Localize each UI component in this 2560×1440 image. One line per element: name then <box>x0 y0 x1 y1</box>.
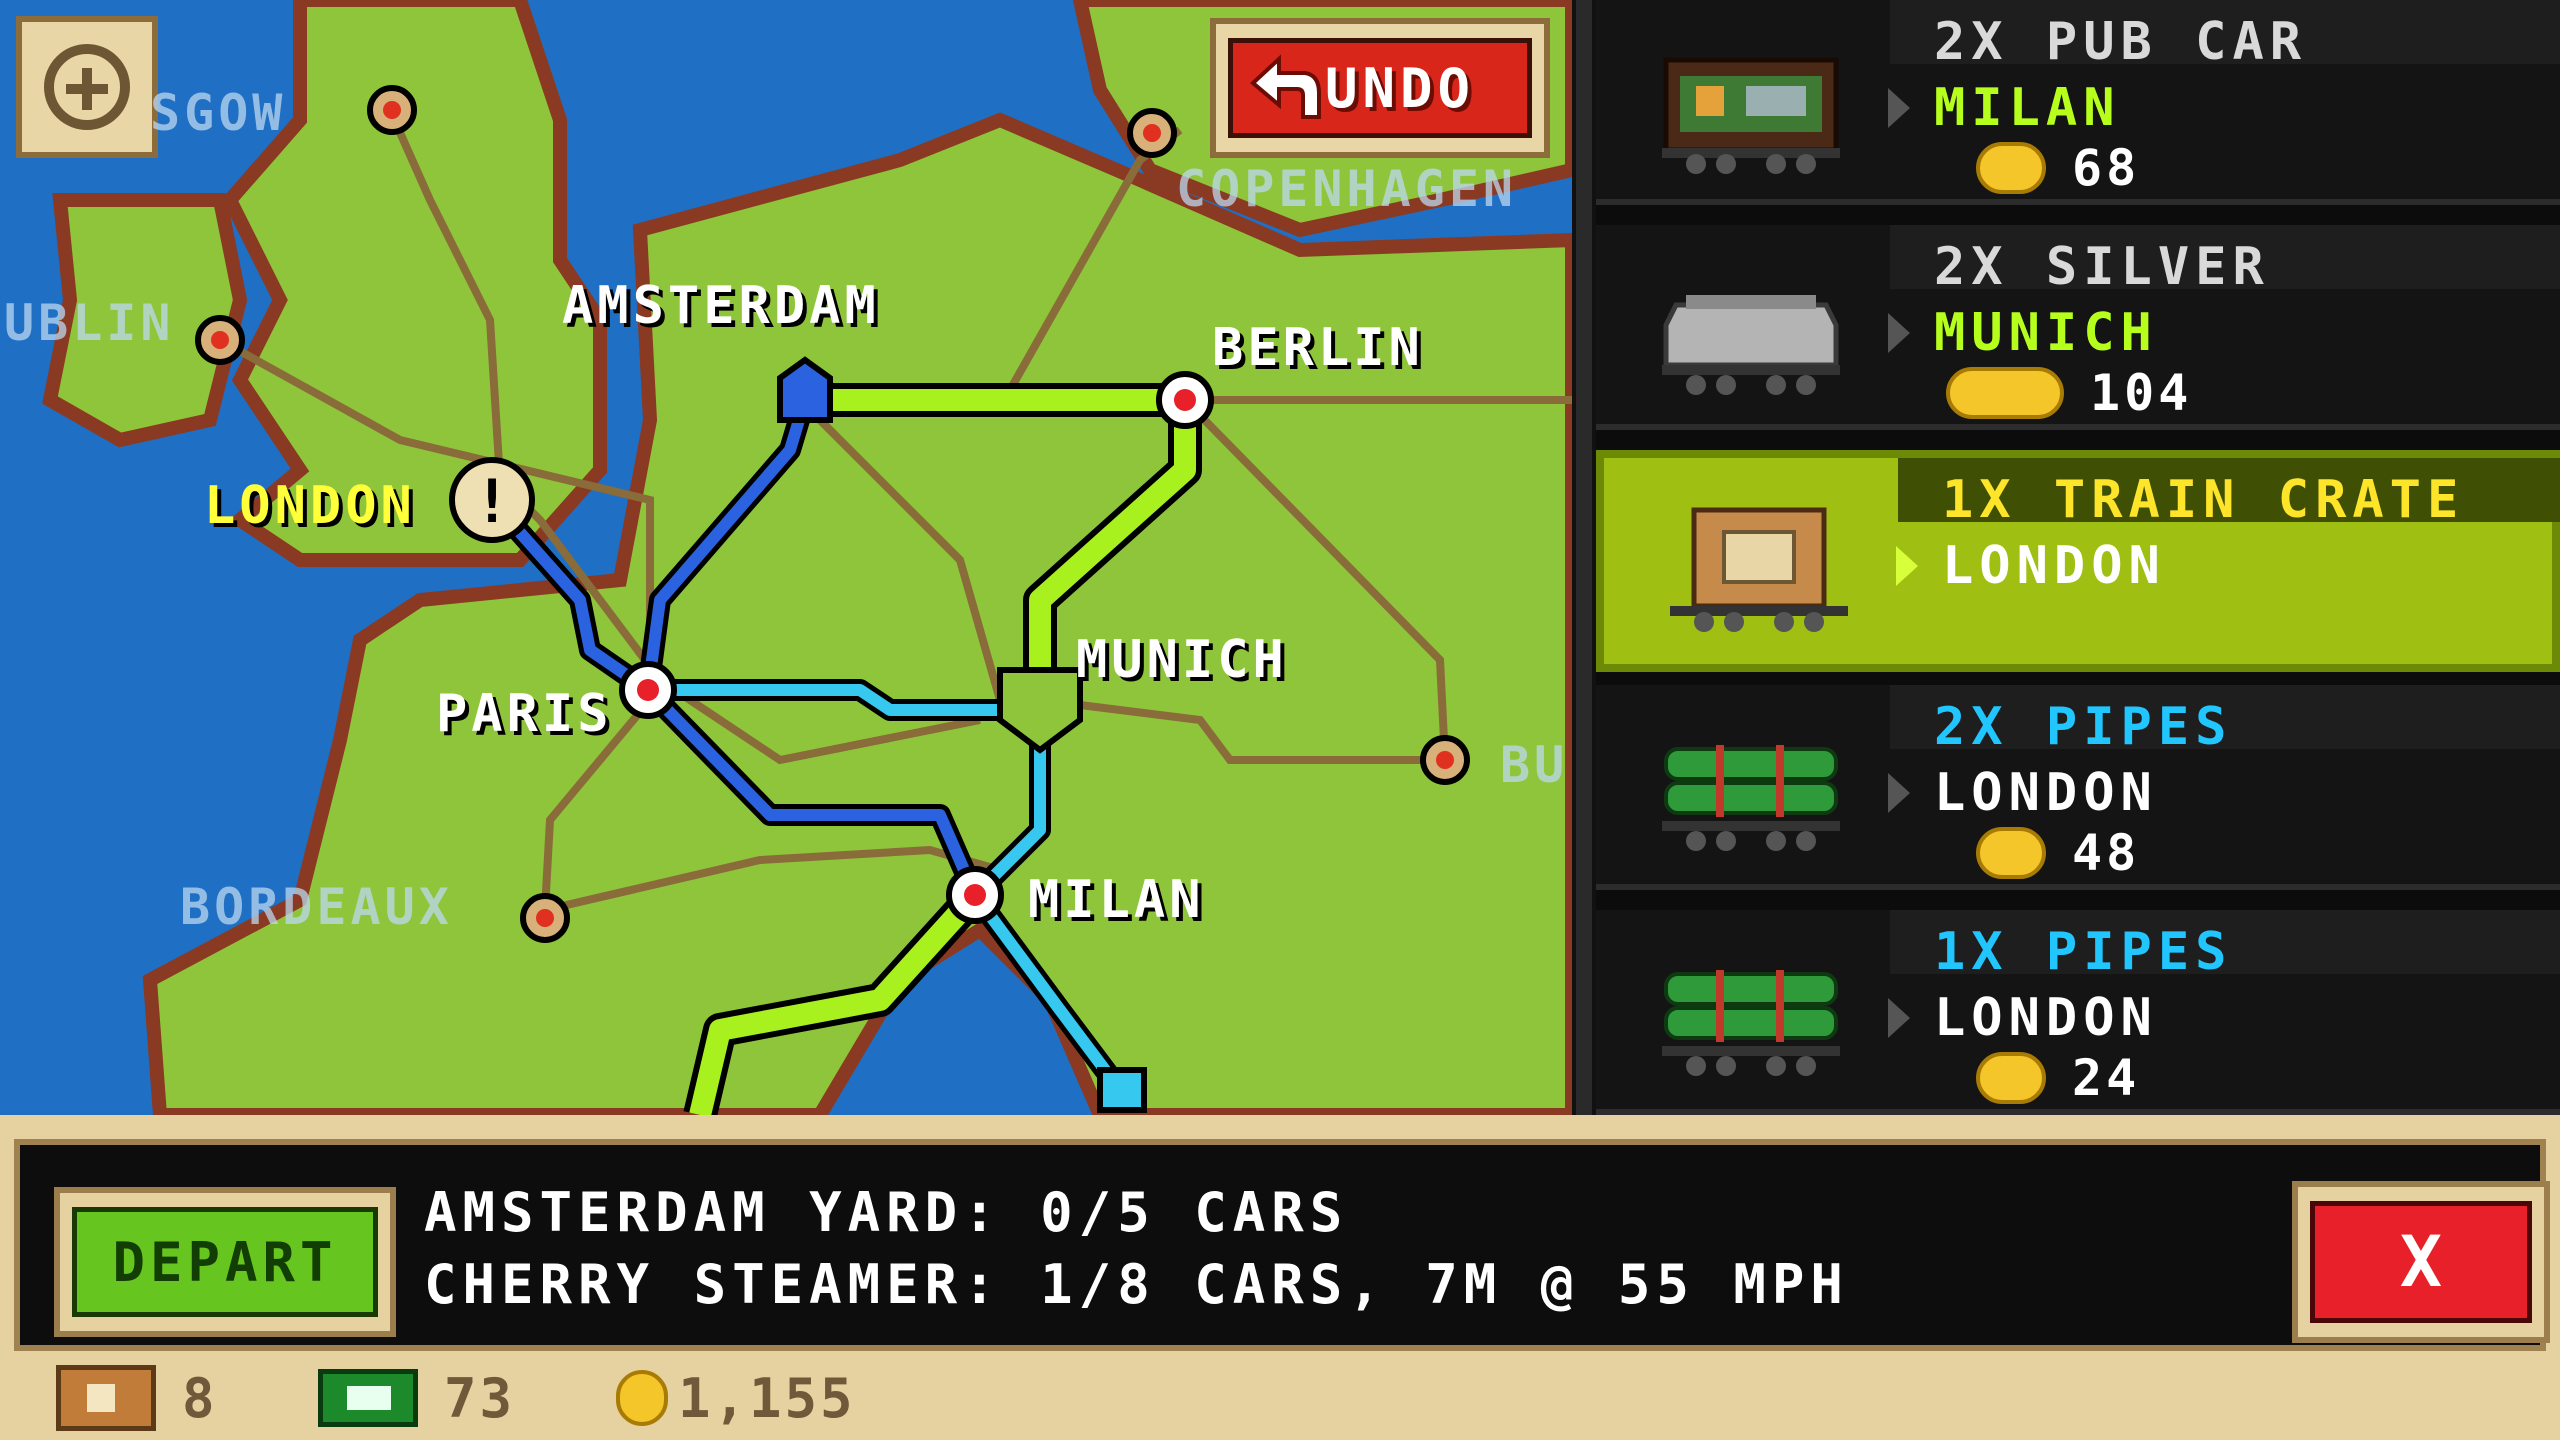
car-title: 2X PUB CAR <box>1934 12 2308 72</box>
panel-divider <box>1572 0 1596 1115</box>
chevron-right-icon <box>1888 88 1910 128</box>
car-price-value: 68 <box>2072 139 2141 197</box>
yard-status-text: AMSTERDAM YARD: 0/5 CARS <box>424 1181 1349 1244</box>
car-price: 104 <box>1946 364 2193 422</box>
coins-counter: 1,155 <box>616 1363 856 1433</box>
coin-stack-icon <box>1946 367 2064 419</box>
car-price-value: 24 <box>2072 1049 2141 1107</box>
pipes-car-icon <box>1662 745 1840 851</box>
plus-icon-v <box>82 68 92 110</box>
undo-button[interactable]: UNDO <box>1210 18 1550 158</box>
car-destination: MILAN <box>1934 78 2121 138</box>
car-row-1x-pipes[interactable]: 1X PIPES LONDON 24 <box>1596 910 2560 1115</box>
cash-counter: 73 <box>318 1363 515 1433</box>
crates-counter: 8 <box>56 1363 218 1433</box>
europe-map[interactable]: ! SGOW UBLIN AMSTERDAM BERLIN COPENHAGEN… <box>0 0 1572 1115</box>
car-destination: LONDON <box>1934 988 2158 1048</box>
undo-label: UNDO <box>1325 56 1476 120</box>
chevron-right-icon <box>1888 773 1910 813</box>
chevron-right-icon <box>1888 998 1910 1038</box>
coin-icon <box>1976 1052 2046 1104</box>
car-row-2x-pipes[interactable]: 2X PIPES LONDON 48 <box>1596 685 2560 890</box>
car-price-value: 48 <box>2072 824 2141 882</box>
city-label-berlin[interactable]: BERLIN <box>1212 318 1424 378</box>
chevron-right-icon <box>1888 313 1910 353</box>
car-row-silver[interactable]: 2X SILVER MUNICH 104 <box>1596 225 2560 430</box>
city-label-budapest: BU <box>1500 736 1569 794</box>
depart-label: DEPART <box>112 1230 338 1294</box>
cash-value: 73 <box>444 1366 516 1430</box>
crate-car-icon <box>1670 507 1848 632</box>
car-row-pub-car[interactable]: 2X PUB CAR MILAN 68 <box>1596 0 2560 205</box>
status-bar: DEPART AMSTERDAM YARD: 0/5 CARS CHERRY S… <box>14 1139 2550 1351</box>
crates-value: 8 <box>182 1366 218 1430</box>
city-label-dublin: UBLIN <box>4 294 175 352</box>
zoom-in-button[interactable] <box>16 16 158 158</box>
car-row-train-crate-selected[interactable]: 1X TRAIN CRATE LONDON <box>1596 450 2560 672</box>
coin-icon <box>1976 142 2046 194</box>
city-label-glasgow: SGOW <box>150 84 287 142</box>
train-status-text: CHERRY STEAMER: 1/8 CARS, 7M @ 55 MPH <box>424 1253 1849 1316</box>
svg-text:!: ! <box>474 467 510 537</box>
bottom-bar: DEPART AMSTERDAM YARD: 0/5 CARS CHERRY S… <box>0 1115 2560 1440</box>
car-list-panel[interactable]: 2X PUB CAR MILAN 68 2X SILVER MUNICH 104… <box>1596 0 2560 1115</box>
car-price-value: 104 <box>2090 364 2193 422</box>
car-destination: MUNICH <box>1934 303 2158 363</box>
car-destination: LONDON <box>1934 763 2158 823</box>
city-label-amsterdam[interactable]: AMSTERDAM <box>562 276 880 336</box>
pub-car-icon <box>1662 57 1840 174</box>
car-title: 2X SILVER <box>1934 237 2270 297</box>
coin-icon <box>1976 827 2046 879</box>
car-title: 1X TRAIN CRATE <box>1942 470 2465 530</box>
city-label-munich[interactable]: MUNICH <box>1076 630 1288 690</box>
city-label-paris[interactable]: PARIS <box>436 684 613 744</box>
close-button[interactable]: X <box>2292 1181 2550 1343</box>
car-title: 1X PIPES <box>1934 922 2233 982</box>
undo-arrow-icon <box>1249 54 1321 119</box>
chevron-right-icon <box>1896 546 1918 586</box>
crate-icon <box>56 1365 156 1431</box>
car-price: 68 <box>1976 139 2141 197</box>
car-price: 48 <box>1976 824 2141 882</box>
city-label-milan[interactable]: MILAN <box>1028 870 1205 930</box>
coin-icon <box>616 1370 668 1426</box>
city-label-bordeaux: BORDEAUX <box>180 878 453 936</box>
city-label-copenhagen: COPENHAGEN <box>1176 160 1518 218</box>
car-title: 2X PIPES <box>1934 697 2233 757</box>
car-destination: LONDON <box>1942 536 2166 596</box>
cash-icon <box>318 1369 418 1427</box>
silver-hopper-icon <box>1662 295 1840 395</box>
car-price: 24 <box>1976 1049 2141 1107</box>
coins-value: 1,155 <box>678 1366 856 1430</box>
close-icon: X <box>2399 1221 2443 1303</box>
depart-button[interactable]: DEPART <box>54 1187 396 1337</box>
city-label-london[interactable]: LONDON <box>204 476 416 536</box>
game-screen: ! SGOW UBLIN AMSTERDAM BERLIN COPENHAGEN… <box>0 0 2560 1440</box>
pipes-car-icon <box>1662 970 1840 1076</box>
